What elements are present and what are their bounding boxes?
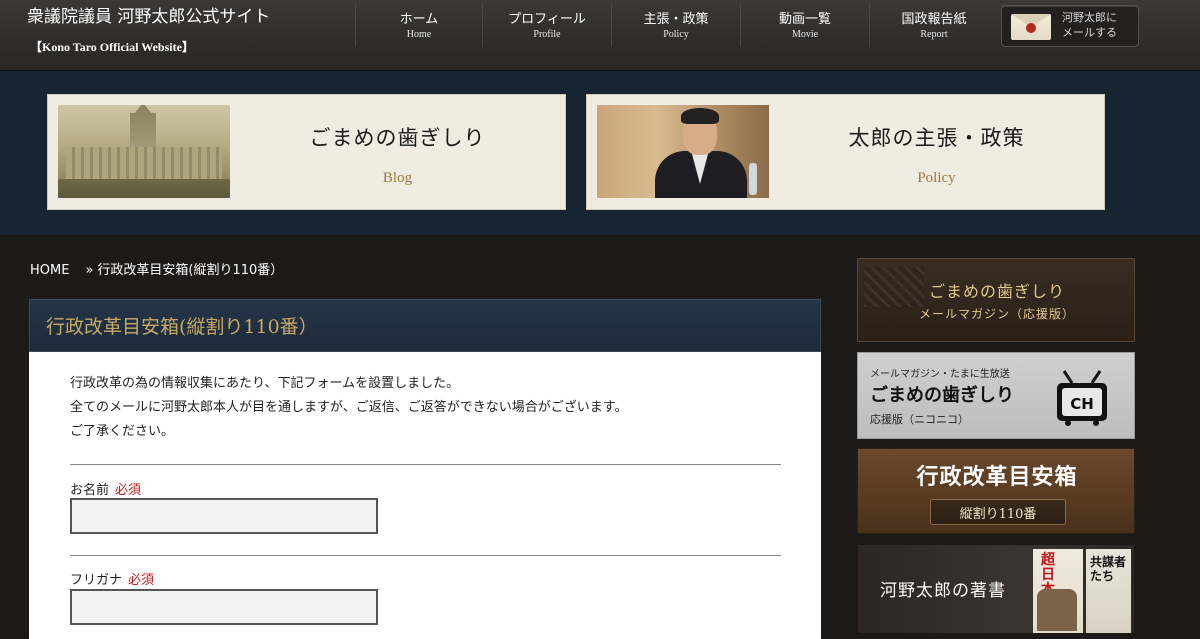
breadcrumb: HOME » 行政改革目安箱(縦割り110番） <box>30 259 283 278</box>
diet-tower-shape <box>130 105 156 151</box>
nav-movie-sublabel: Movie <box>791 29 819 40</box>
nav-home-label: ホーム <box>399 12 439 27</box>
diet-building-photo <box>58 105 230 198</box>
intro-line: 行政改革の為の情報収集にあたり、下記フォームを設置しました。 <box>70 376 460 391</box>
breadcrumb-current: 行政改革目安箱(縦割り110番） <box>97 263 284 278</box>
nav-policy[interactable]: 主張・政策 Policy <box>611 3 740 47</box>
mail-magazine-banner[interactable]: ごまめの歯ぎしり メールマガジン（応援版） <box>857 258 1135 342</box>
furigana-input[interactable] <box>70 589 378 625</box>
hair-shape <box>681 108 719 124</box>
policy-banner-subtitle: Policy <box>917 170 956 186</box>
main-area: HOME» 行政改革目安箱(縦割り110番） 行政改革目安箱(縦割り110番） 行… <box>0 235 1200 639</box>
intro-text: 行政改革の為の情報収集にあたり、下記フォームを設置しました。 全てのメールに河野… <box>70 372 790 444</box>
bottle-shape <box>749 163 757 195</box>
nav-report[interactable]: 国政報告紙 Report <box>869 3 998 47</box>
nav-home[interactable]: ホーム Home <box>355 3 482 47</box>
divider <box>70 464 781 465</box>
mail-magazine-title: ごまめの歯ぎしり <box>928 282 1065 301</box>
furigana-field-label: フリガナ 必須 <box>70 569 154 588</box>
mail-magazine-subtitle: メールマガジン（応援版） <box>918 307 1075 321</box>
nav-profile-sublabel: Profile <box>533 29 561 40</box>
blog-banner[interactable]: ごまめの歯ぎしり Blog <box>47 94 566 210</box>
speaker-photo <box>597 105 769 198</box>
nav-movie-label: 動画一覧 <box>778 12 831 27</box>
breadcrumb-separator: » <box>85 263 94 278</box>
required-badge: 必須 <box>128 573 155 588</box>
niconico-logo-text: CH <box>1070 395 1094 413</box>
nav-report-label: 国政報告紙 <box>901 12 967 27</box>
books-banner-title: 河野太郎の著書 <box>880 581 1006 601</box>
niconico-banner-caption: メールマガジン・たまに生放送 <box>870 369 1010 380</box>
intro-line: 全てのメールに河野太郎本人が目を通しますが、ご返信、ご返答ができない場合がござい… <box>70 400 628 415</box>
nav-report-sublabel: Report <box>920 29 948 40</box>
meyasubako-banner[interactable]: 行政改革目安箱 縦割り110番 <box>857 448 1135 534</box>
trees-shape <box>58 179 230 198</box>
policy-banner[interactable]: 太郎の主張・政策 Policy <box>586 94 1105 210</box>
mail-button-line2: メールする <box>1062 26 1117 39</box>
feature-banner-band: ごまめの歯ぎしり Blog 太郎の主張・政策 Policy <box>0 71 1200 235</box>
blog-banner-title: ごまめの歯ぎしり <box>309 126 486 150</box>
nav-movie[interactable]: 動画一覧 Movie <box>740 3 869 47</box>
site-title[interactable]: 衆議院議員 河野太郎公式サイト <box>27 2 270 27</box>
required-badge: 必須 <box>115 483 142 498</box>
site-subtitle: 【Kono Taro Official Website】 <box>30 40 194 54</box>
blog-banner-subtitle: Blog <box>382 170 413 186</box>
author-photo <box>1037 589 1077 631</box>
niconico-banner-title: ごまめの歯ぎしり <box>870 385 1014 406</box>
furigana-label-text: フリガナ <box>70 573 123 588</box>
niconico-tv-icon: CH <box>1057 370 1107 426</box>
mail-button-line1: 河野太郎に <box>1062 11 1117 24</box>
meyasubako-subtitle: 縦割り110番 <box>959 507 1037 522</box>
envelope-icon <box>1011 14 1051 40</box>
site-header: 衆議院議員 河野太郎公式サイト 【Kono Taro Official Webs… <box>0 0 1200 71</box>
mail-button-label: 河野太郎に メールする <box>1062 10 1136 40</box>
book-cover: 共謀者たち <box>1086 549 1131 633</box>
name-input[interactable] <box>70 498 378 534</box>
book-cover: 超日本 <box>1033 549 1083 633</box>
meyasubako-plate: 縦割り110番 <box>930 499 1066 525</box>
books-banner[interactable]: 河野太郎の著書 超日本 共謀者たち <box>857 544 1135 634</box>
main-nav: ホーム Home プロフィール Profile 主張・政策 Policy 動画一… <box>355 0 998 52</box>
intro-line: ご了承ください。 <box>70 424 175 439</box>
wax-seal-icon <box>1026 23 1036 33</box>
page-title: 行政改革目安箱(縦割り110番） <box>46 316 318 338</box>
content-panel: 行政改革目安箱(縦割り110番） 行政改革の為の情報収集にあたり、下記フォームを… <box>29 299 821 639</box>
breadcrumb-home-link[interactable]: HOME <box>30 263 69 278</box>
nav-profile-label: プロフィール <box>508 12 586 27</box>
name-label-text: お名前 <box>70 483 110 498</box>
policy-banner-title: 太郎の主張・政策 <box>848 126 1025 150</box>
mail-taro-button[interactable]: 河野太郎に メールする <box>1001 5 1139 47</box>
nav-profile[interactable]: プロフィール Profile <box>482 3 611 47</box>
content-header: 行政改革目安箱(縦割り110番） <box>29 299 821 352</box>
meyasubako-title: 行政改革目安箱 <box>916 464 1078 490</box>
nav-home-sublabel: Home <box>406 29 432 40</box>
niconico-banner[interactable]: メールマガジン・たまに生放送 ごまめの歯ぎしり 応援版（ニコニコ） CH <box>857 352 1135 439</box>
niconico-banner-subtitle: 応援版（ニコニコ） <box>870 413 969 426</box>
name-field-label: お名前 必須 <box>70 479 141 498</box>
divider <box>70 555 781 556</box>
nav-policy-sublabel: Policy <box>663 29 689 40</box>
book-title: 共謀者たち <box>1090 555 1127 583</box>
nav-policy-label: 主張・政策 <box>643 12 709 27</box>
